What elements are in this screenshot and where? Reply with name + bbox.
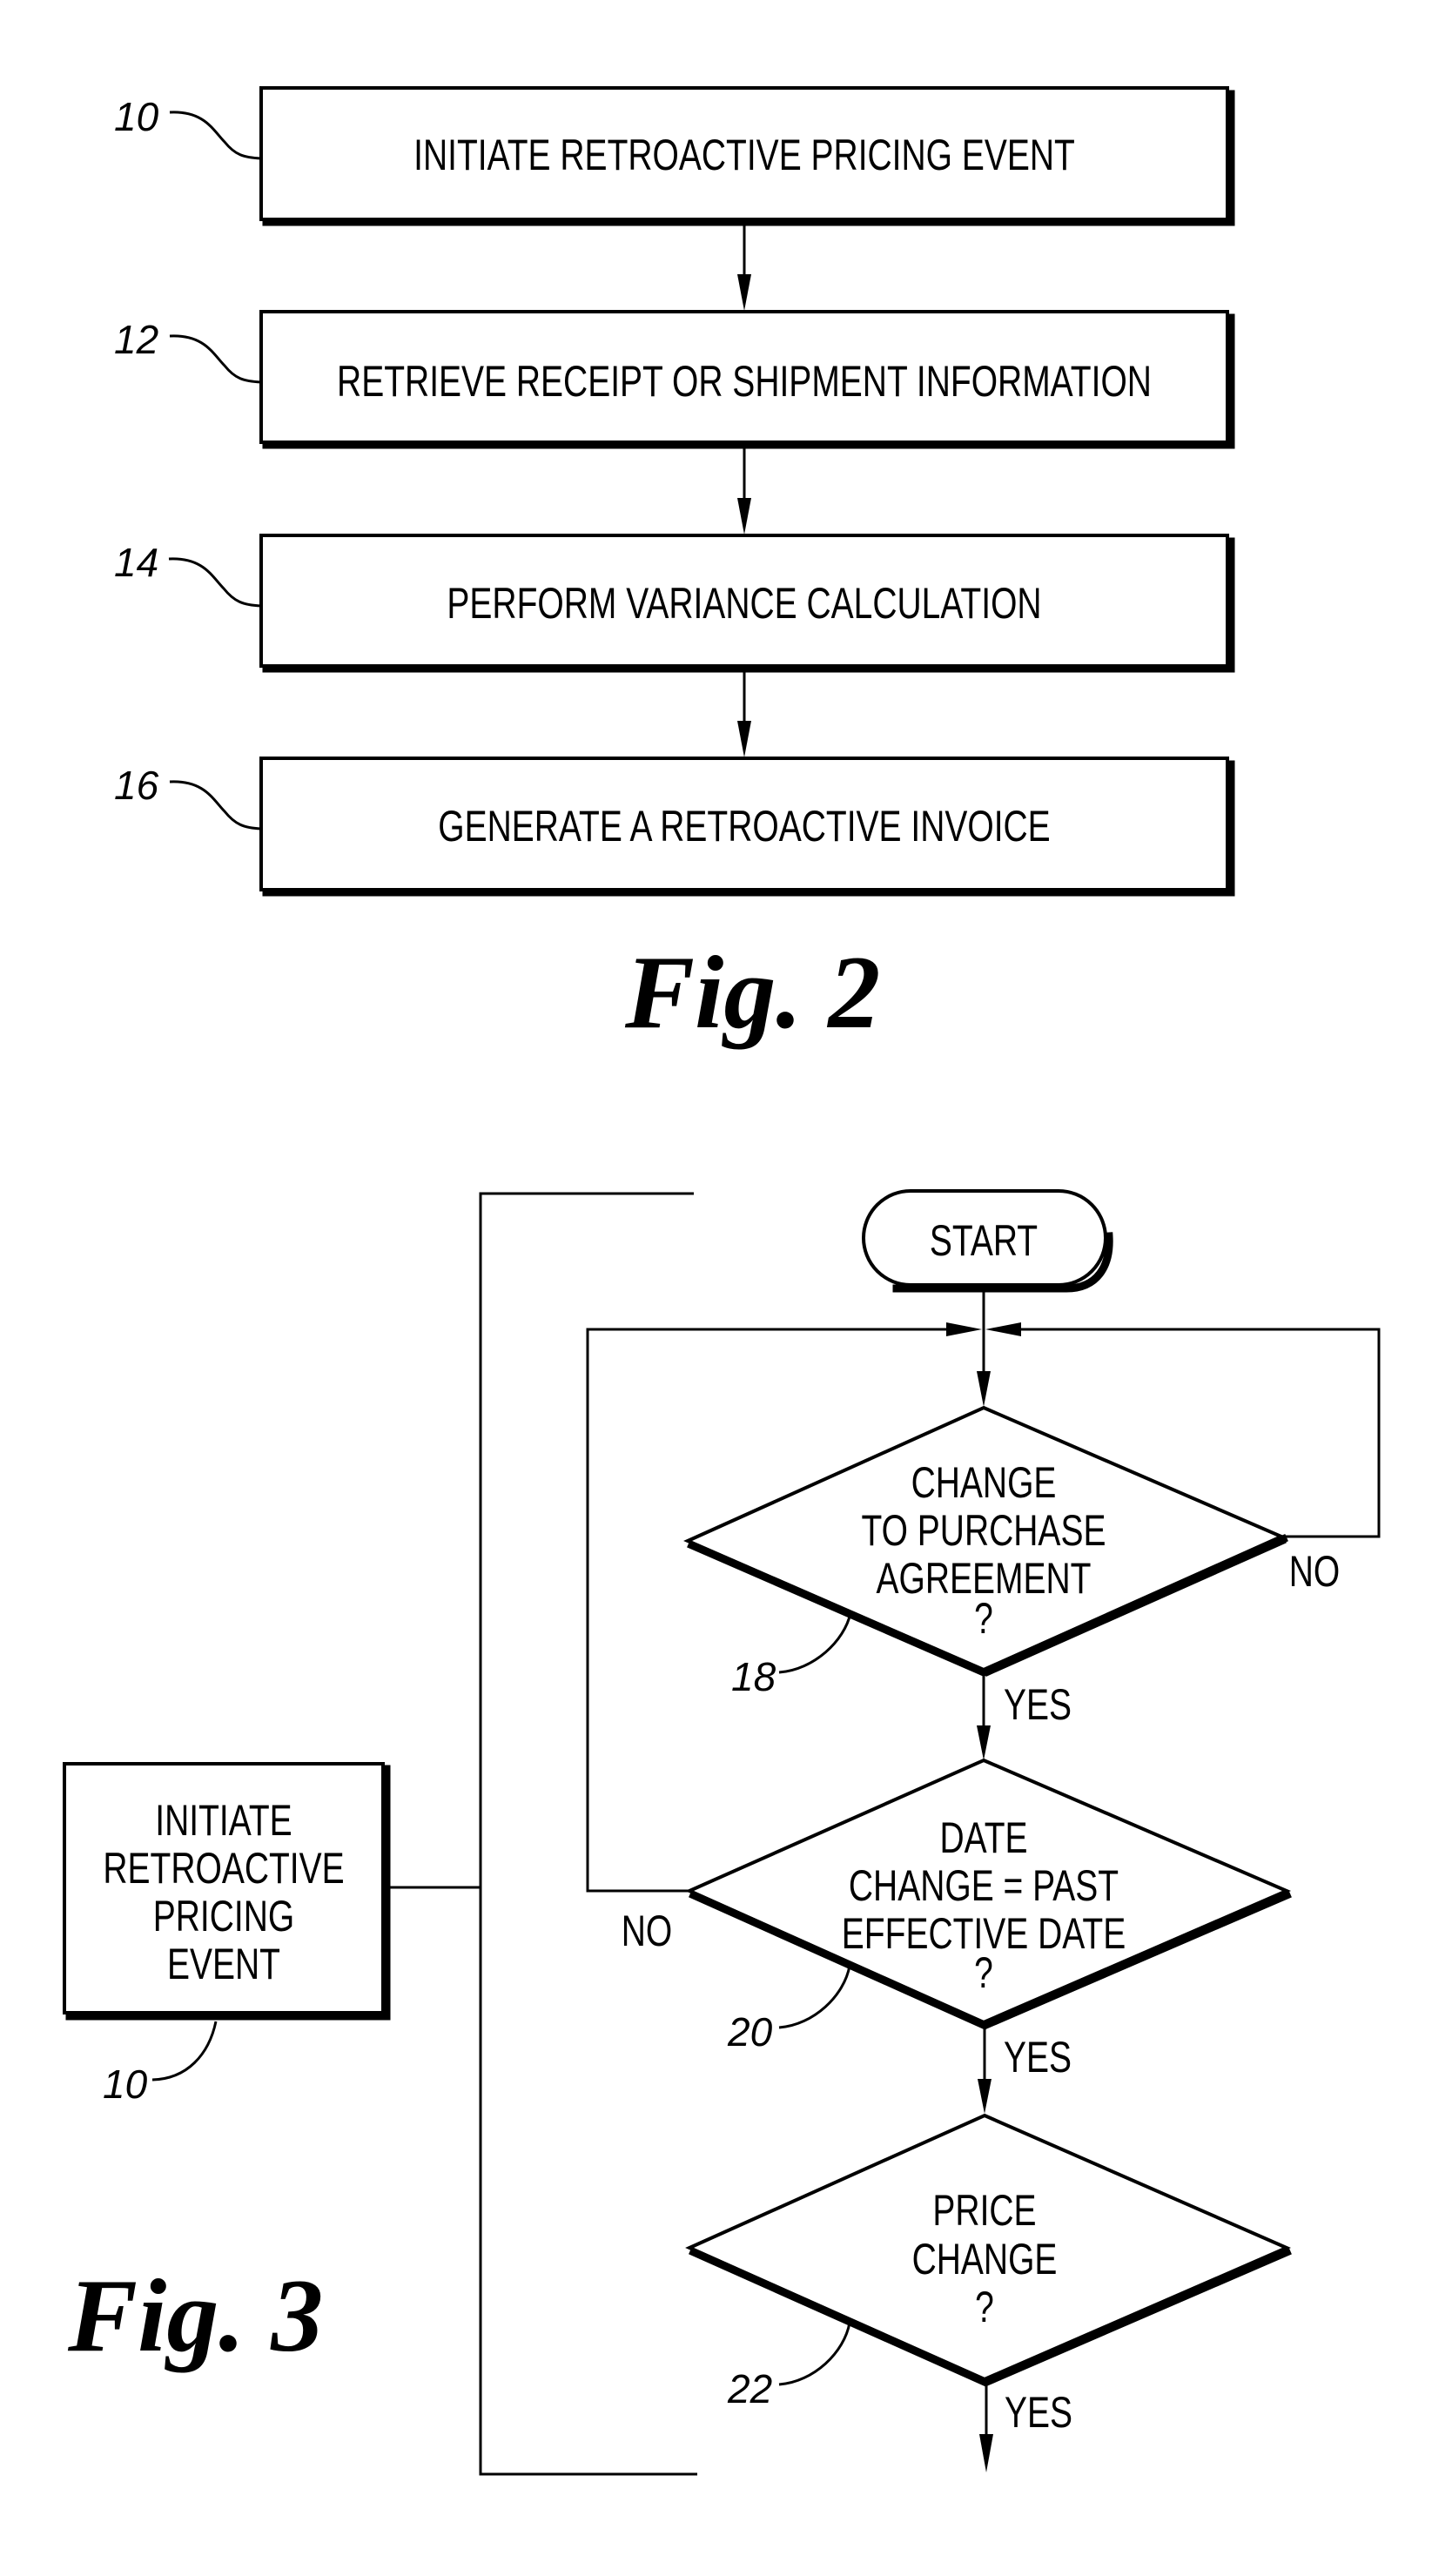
decision-line: DATE	[939, 1813, 1027, 1862]
fig3-ref-22: 22	[727, 2322, 851, 2411]
decision-line: CHANGE	[912, 2234, 1058, 2283]
fig3-side-box-10: INITIATE RETROACTIVE PRICING EVENT	[63, 1762, 391, 2021]
yes-label: YES	[1004, 2032, 1072, 2082]
ref-numeral: 12	[114, 317, 158, 362]
fig3-ref-18: 18	[731, 1612, 852, 1699]
fig2-caption: Fig. 2	[624, 934, 880, 1050]
fig2-step-box-14: PERFORM VARIANCE CALCULATION	[259, 534, 1235, 673]
fig2-step-label: PERFORM VARIANCE CALCULATION	[447, 578, 1041, 628]
ref-numeral: 14	[114, 540, 158, 585]
no-label: NO	[622, 1906, 672, 1955]
decision-line: CHANGE = PAST	[849, 1860, 1119, 1910]
side-box-line: RETROACTIVE	[103, 1843, 344, 1893]
decision-20: DATE CHANGE = PAST EFFECTIVE DATE ?	[685, 1758, 1292, 2030]
fig2-arrow-12-14	[737, 447, 751, 535]
yes-label: YES	[1004, 1679, 1072, 1729]
patent-drawing-sheet: INITIATE RETROACTIVE PRICING EVENT RETRI…	[63, 86, 1381, 2476]
decision-22: PRICE CHANGE ?	[685, 2113, 1292, 2387]
yes-label: YES	[1005, 2387, 1072, 2437]
ref-numeral: 10	[114, 94, 159, 139]
start-label: START	[930, 1215, 1038, 1265]
arrowhead	[977, 1725, 991, 1760]
fig2-arrow-10-12	[737, 224, 751, 311]
ref-numeral: 20	[727, 2009, 773, 2055]
ref-numeral: 16	[114, 763, 159, 808]
arrowhead	[946, 1322, 982, 1336]
side-box-line: EVENT	[167, 1939, 280, 1988]
ref-numeral: 18	[731, 1654, 776, 1699]
ref-numeral: 10	[103, 2061, 148, 2107]
fig2-step-box-16: GENERATE A RETROACTIVE INVOICE	[259, 757, 1235, 897]
fig2-step-box-10: INITIATE RETROACTIVE PRICING EVENT	[259, 86, 1235, 226]
fig2-ref-14: 14	[114, 540, 262, 608]
decision-line: ?	[974, 1947, 993, 1997]
fig2-ref-12: 12	[114, 317, 262, 384]
fig3-caption: Fig. 3	[67, 2257, 323, 2373]
fig2-step-label: INITIATE RETROACTIVE PRICING EVENT	[413, 130, 1075, 179]
decision-18: CHANGE TO PURCHASE AGREEMENT ?	[683, 1405, 1288, 1677]
arrowhead	[979, 2434, 993, 2472]
fig3-flowchart: INITIATE RETROACTIVE PRICING EVENT 10 ST…	[63, 1189, 1381, 2476]
decision-line: PRICE	[932, 2185, 1036, 2235]
fig2-arrow-14-16	[737, 670, 751, 757]
ref-numeral: 22	[727, 2366, 772, 2411]
fig2-step-label: GENERATE A RETROACTIVE INVOICE	[438, 801, 1050, 851]
side-box-line: PRICING	[153, 1891, 294, 1940]
no-label: NO	[1289, 1546, 1340, 1596]
arrowhead	[978, 2079, 992, 2114]
arrowhead	[977, 1371, 991, 1407]
fig3-ref-10: 10	[103, 2021, 218, 2107]
decision-line: CHANGE	[911, 1457, 1057, 1507]
arrowhead	[985, 1322, 1021, 1336]
decision-line: TO PURCHASE	[862, 1505, 1106, 1555]
fig2-ref-10: 10	[114, 94, 262, 160]
fig3-ref-20: 20	[727, 1965, 851, 2055]
decision-line: ?	[974, 1593, 993, 1643]
fig2-ref-16: 16	[114, 763, 262, 831]
fig2-flowchart: INITIATE RETROACTIVE PRICING EVENT RETRI…	[114, 86, 1235, 1050]
fig2-step-box-12: RETRIEVE RECEIPT OR SHIPMENT INFORMATION	[259, 310, 1235, 449]
fig2-step-label: RETRIEVE RECEIPT OR SHIPMENT INFORMATION	[337, 356, 1152, 406]
decision-line: ?	[975, 2282, 994, 2331]
start-terminal: START	[862, 1189, 1113, 1293]
side-box-line: INITIATE	[155, 1795, 292, 1845]
